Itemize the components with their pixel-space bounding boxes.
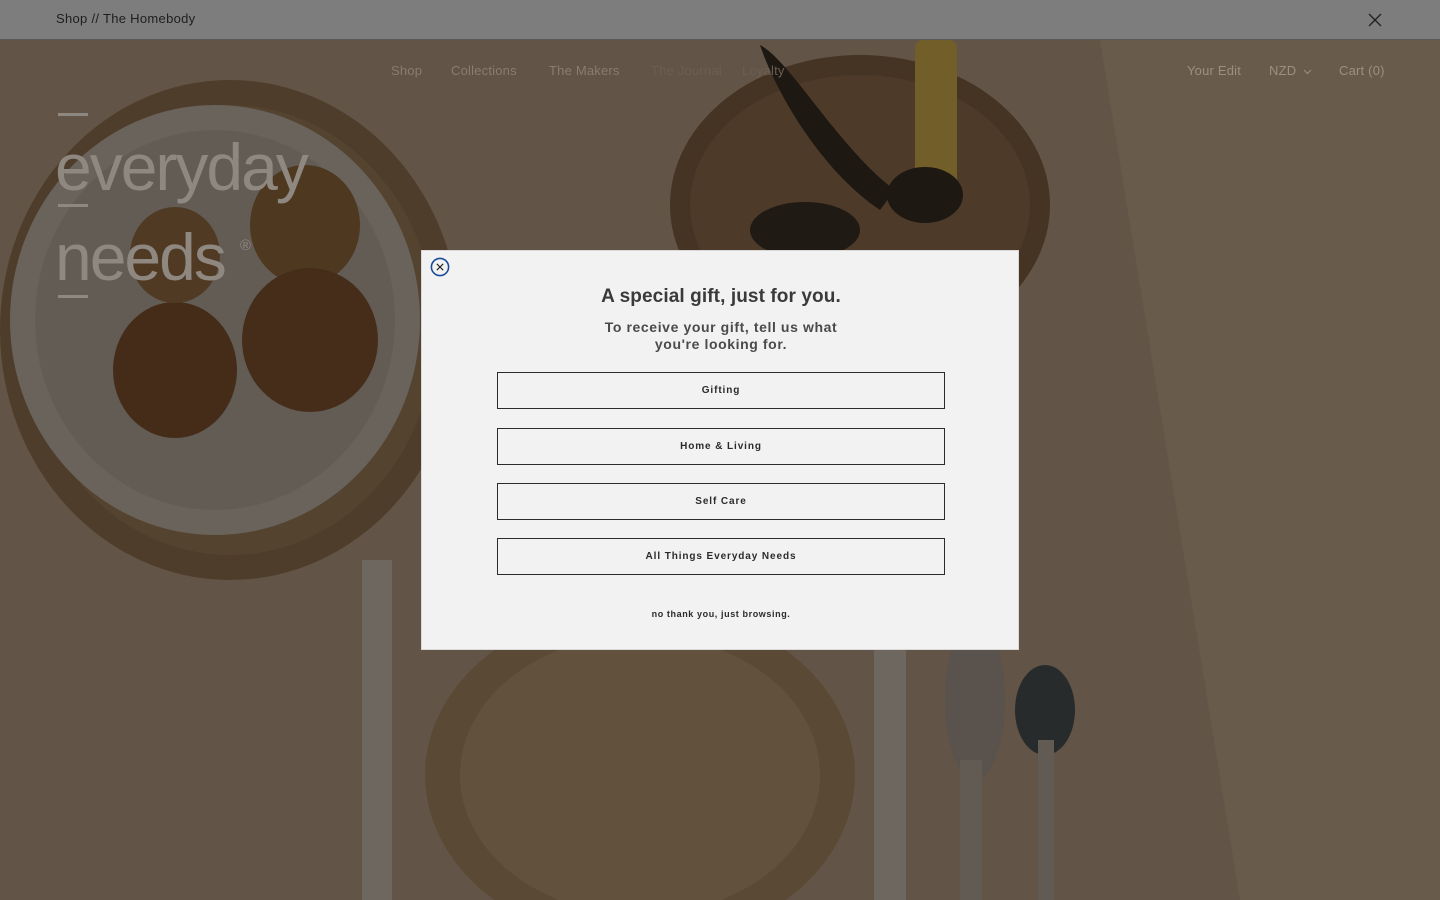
- announcement-bar: Shop // The Homebody: [0, 0, 1440, 40]
- main-nav: Shop Collections The Makers The Journal …: [0, 63, 1440, 83]
- logo-bar-bottom: [58, 295, 88, 298]
- nav-item-loyalty[interactable]: Loyalty: [742, 63, 785, 78]
- popup-title: A special gift, just for you.: [601, 286, 841, 307]
- close-icon[interactable]: [1366, 11, 1384, 29]
- nav-item-collections[interactable]: Collections: [451, 63, 517, 78]
- circle-close-icon[interactable]: [430, 257, 450, 277]
- logo-word-needs: needs: [55, 220, 227, 294]
- option-self-care-button[interactable]: Self Care: [497, 483, 945, 520]
- gift-popup: A special gift, just for you. To receive…: [421, 250, 1019, 650]
- decline-link[interactable]: no thank you, just browsing.: [422, 609, 1020, 619]
- option-home-living-button[interactable]: Home & Living: [497, 428, 945, 465]
- nav-item-shop[interactable]: Shop: [391, 63, 422, 78]
- currency-label: NZD: [1269, 63, 1297, 78]
- nav-item-the-journal[interactable]: The Journal: [651, 63, 722, 78]
- popup-subtitle: To receive your gift, tell us what you'r…: [604, 319, 838, 352]
- cart-link[interactable]: Cart (0): [1339, 63, 1385, 78]
- logo-bar-middle: [58, 204, 88, 207]
- logo-word-everyday: everyday: [55, 130, 309, 204]
- option-all-things-button[interactable]: All Things Everyday Needs: [497, 538, 945, 575]
- option-gifting-button[interactable]: Gifting: [497, 372, 945, 409]
- logo-bar-top: [58, 113, 88, 116]
- currency-selector[interactable]: NZD: [1269, 63, 1312, 78]
- chevron-down-icon: [1303, 69, 1312, 74]
- nav-item-the-makers[interactable]: The Makers: [549, 63, 620, 78]
- your-edit-link[interactable]: Your Edit: [1187, 63, 1241, 78]
- logo-registered-mark: ®: [240, 237, 252, 254]
- announcement-text[interactable]: Shop // The Homebody: [56, 11, 195, 26]
